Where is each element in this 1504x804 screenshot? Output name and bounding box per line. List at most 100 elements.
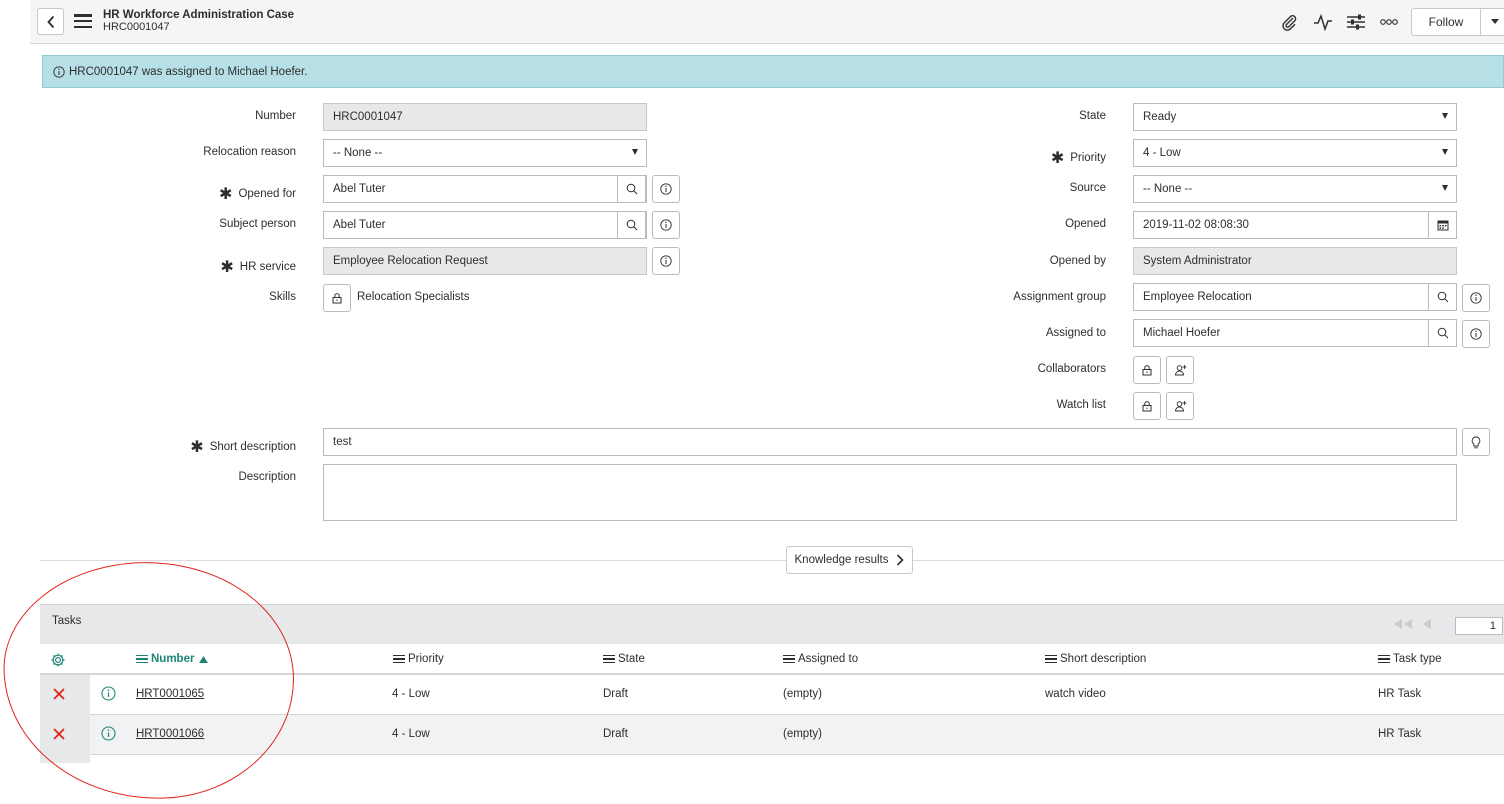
assignment-group-label: Assignment group [1013, 291, 1106, 303]
opened-for-lookup-button[interactable] [617, 175, 646, 203]
knowledge-results-label: Knowledge results [794, 554, 889, 566]
more-options-icon[interactable] [1378, 12, 1400, 32]
hr-service-label: ✱ HR service [220, 259, 296, 276]
previous-page-icon[interactable] [1422, 619, 1432, 629]
caret-down-icon [1442, 113, 1448, 119]
column-state[interactable]: State [603, 653, 645, 665]
watch-list-unlock-button[interactable] [1133, 392, 1161, 420]
info-icon [660, 219, 672, 231]
page-number-input[interactable]: 1 [1455, 617, 1503, 635]
knowledge-divider-right [913, 560, 1504, 561]
skills-value: Relocation Specialists [357, 291, 470, 303]
lightbulb-icon [1471, 436, 1481, 448]
caret-down-icon [1442, 149, 1448, 155]
tasks-title: Tasks [52, 615, 82, 627]
required-asterisk-icon: ✱ [219, 186, 233, 203]
record-number: HRC0001047 [103, 21, 170, 33]
assigned-to-info-button[interactable] [1462, 320, 1490, 348]
column-assigned-to[interactable]: Assigned to [783, 653, 858, 665]
priority-select[interactable]: 4 - Low [1133, 139, 1457, 167]
subject-person-field[interactable]: Abel Tuter [323, 211, 647, 239]
lock-icon [1142, 401, 1152, 412]
task-number-link[interactable]: HRT0001066 [136, 728, 204, 740]
assigned-to-value: Michael Hoefer [1143, 327, 1221, 339]
description-textarea[interactable] [323, 464, 1457, 521]
opened-calendar-button[interactable] [1428, 211, 1457, 239]
tasks-list-header: Tasks 1 [40, 604, 1504, 644]
row-gutter [40, 675, 90, 715]
column-menu-icon [1378, 654, 1390, 664]
table-row: HRT0001065 4 - Low Draft (empty) watch v… [40, 675, 1504, 715]
follow-dropdown-button[interactable] [1480, 8, 1504, 36]
info-icon[interactable] [101, 686, 116, 701]
hr-service-info-button[interactable] [652, 247, 680, 275]
banner-text: HRC0001047 was assigned to Michael Hoefe… [69, 65, 308, 78]
assignment-group-info-button[interactable] [1462, 284, 1490, 312]
settings-sliders-icon[interactable] [1345, 12, 1367, 32]
chevron-left-icon [46, 15, 54, 28]
knowledge-divider-left [40, 560, 786, 561]
add-person-icon [1174, 401, 1186, 412]
column-number[interactable]: Number [136, 653, 209, 665]
collaborators-add-me-button[interactable] [1166, 356, 1194, 384]
column-short-description[interactable]: Short description [1045, 653, 1146, 665]
info-icon [1470, 328, 1482, 340]
caret-down-icon [1491, 19, 1499, 24]
source-select[interactable]: -- None -- [1133, 175, 1457, 203]
task-priority: 4 - Low [392, 728, 430, 740]
delete-icon[interactable] [53, 688, 65, 700]
column-priority[interactable]: Priority [393, 653, 444, 665]
search-icon [1437, 291, 1448, 303]
context-menu-icon[interactable] [74, 14, 92, 29]
assignment-group-field[interactable]: Employee Relocation [1133, 283, 1457, 311]
required-asterisk-icon: ✱ [220, 259, 234, 276]
priority-label: ✱ Priority [1050, 150, 1106, 167]
opened-by-field[interactable]: System Administrator [1133, 247, 1457, 275]
subject-person-info-button[interactable] [652, 211, 680, 239]
short-description-field[interactable]: test [323, 428, 1457, 456]
assigned-to-label: Assigned to [1045, 327, 1106, 339]
collaborators-unlock-button[interactable] [1133, 356, 1161, 384]
delete-icon[interactable] [53, 728, 65, 740]
task-number-link[interactable]: HRT0001065 [136, 688, 204, 700]
column-task-type[interactable]: Task type [1378, 653, 1442, 665]
skills-unlock-button[interactable] [323, 284, 351, 312]
task-assigned-to: (empty) [783, 728, 822, 740]
activity-icon[interactable] [1312, 12, 1334, 32]
paperclip-icon[interactable] [1278, 12, 1300, 32]
subject-person-lookup-button[interactable] [617, 211, 646, 239]
relocation-reason-label: Relocation reason [203, 146, 296, 158]
back-button[interactable] [37, 8, 64, 35]
chevron-right-icon [897, 554, 905, 566]
gear-icon[interactable] [50, 652, 66, 668]
number-label: Number [255, 110, 296, 122]
opened-label: Opened [1065, 218, 1106, 230]
required-asterisk-icon: ✱ [190, 439, 204, 456]
opened-value: 2019-11-02 08:08:30 [1143, 219, 1249, 231]
assignment-group-value: Employee Relocation [1143, 291, 1252, 303]
task-state: Draft [603, 728, 628, 740]
assigned-to-field[interactable]: Michael Hoefer [1133, 319, 1457, 347]
subject-person-value: Abel Tuter [333, 219, 386, 231]
subject-person-label: Subject person [219, 218, 296, 230]
number-field[interactable]: HRC0001047 [323, 103, 647, 131]
required-asterisk-icon: ✱ [1050, 150, 1065, 167]
knowledge-results-button[interactable]: Knowledge results [786, 546, 913, 574]
task-state: Draft [603, 688, 628, 700]
state-select[interactable]: Ready [1133, 103, 1457, 131]
hr-service-field[interactable]: Employee Relocation Request [323, 247, 647, 275]
column-menu-icon [1045, 654, 1057, 664]
opened-for-field[interactable]: Abel Tuter [323, 175, 647, 203]
task-assigned-to: (empty) [783, 688, 822, 700]
assigned-to-lookup-button[interactable] [1428, 319, 1457, 347]
relocation-reason-select[interactable]: -- None -- [323, 139, 647, 167]
opened-date-field[interactable]: 2019-11-02 08:08:30 [1133, 211, 1457, 239]
form-header: HR Workforce Administration Case HRC0001… [30, 0, 1504, 44]
assignment-group-lookup-button[interactable] [1428, 283, 1457, 311]
watch-list-add-me-button[interactable] [1166, 392, 1194, 420]
follow-button[interactable]: Follow [1411, 8, 1481, 36]
info-icon[interactable] [101, 726, 116, 741]
first-page-icon[interactable] [1392, 619, 1414, 629]
short-description-suggestion-button[interactable] [1462, 428, 1490, 456]
opened-for-info-button[interactable] [652, 175, 680, 203]
